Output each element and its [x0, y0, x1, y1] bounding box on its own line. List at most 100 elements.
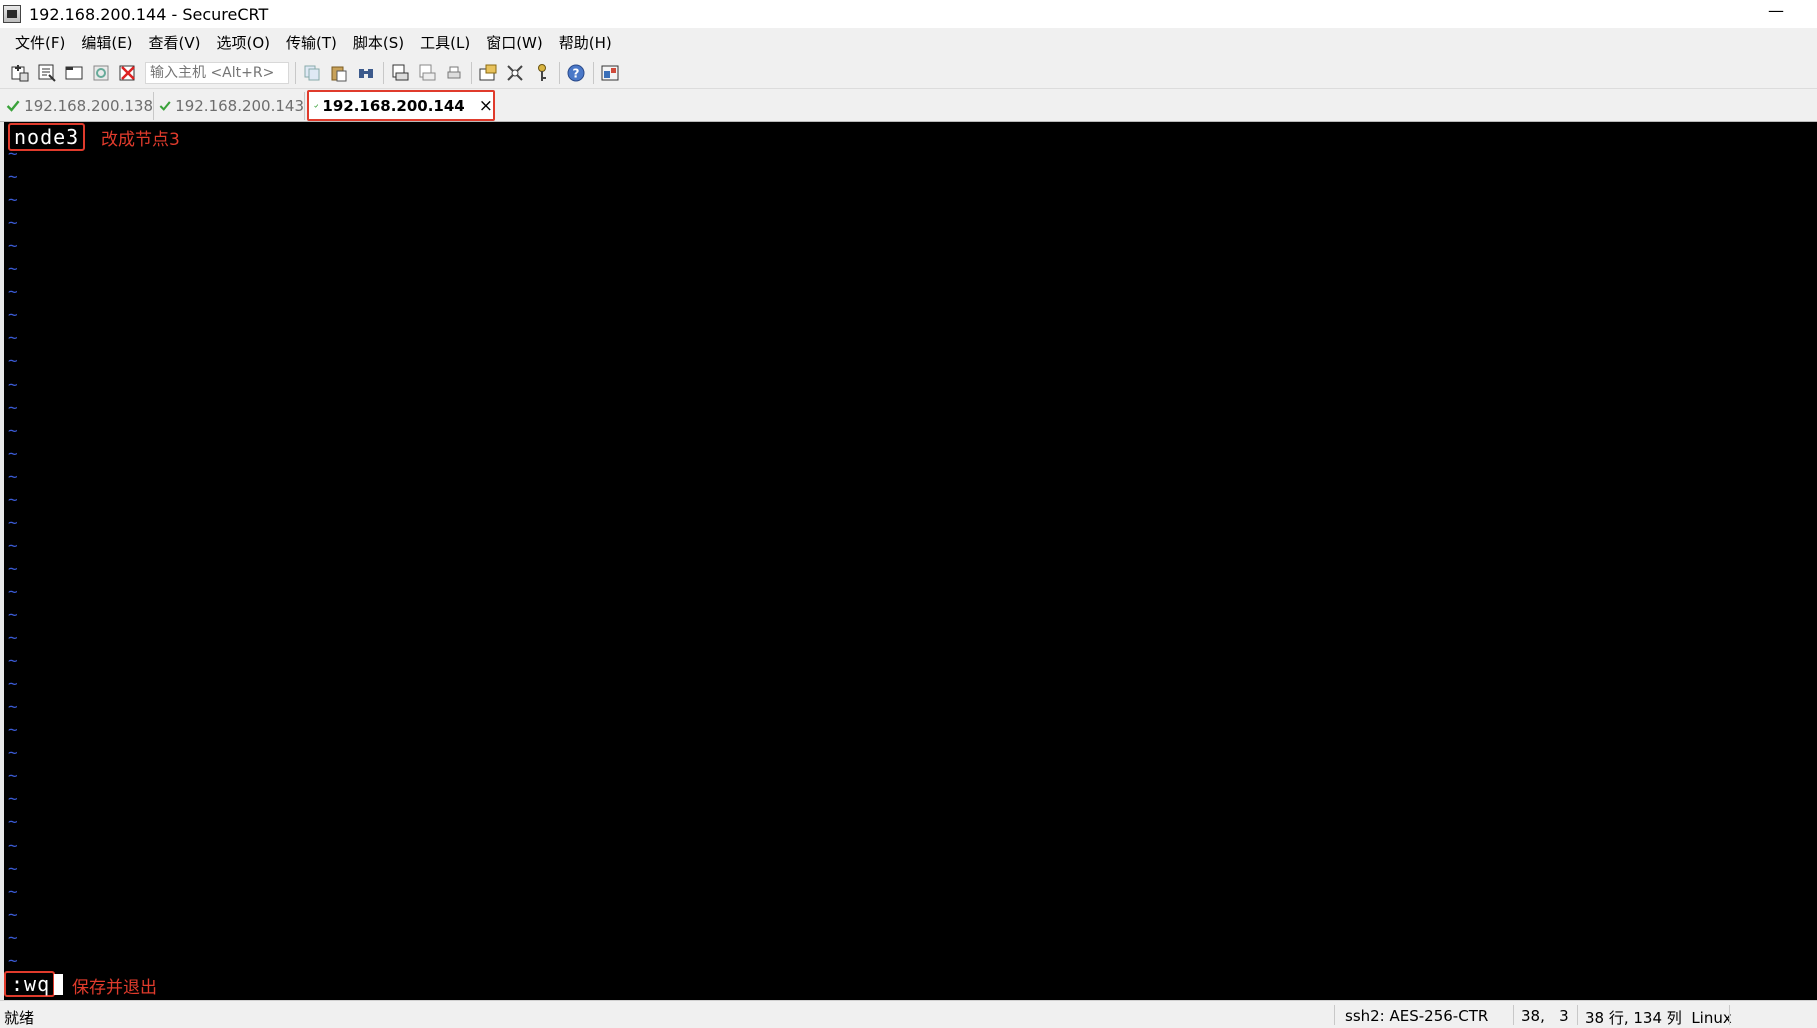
sftp-icon[interactable]	[599, 62, 621, 84]
empty-line-tilde: ~	[8, 513, 18, 532]
app-icon	[3, 5, 21, 23]
empty-line-tilde: ~	[8, 559, 18, 578]
toolbar-divider	[471, 62, 472, 84]
empty-line-tilde: ~	[8, 905, 18, 924]
session-tab-bar: 192.168.200.138 192.168.200.143 192.168.…	[0, 89, 1817, 122]
securecrt-window: 192.168.200.144 - SecureCRT — 文件(F) 编辑(E…	[0, 0, 1817, 1028]
empty-line-tilde: ~	[8, 190, 18, 209]
menu-view[interactable]: 查看(V)	[141, 29, 209, 57]
tab-session-143[interactable]: 192.168.200.143	[159, 92, 305, 120]
menu-options[interactable]: 选项(O)	[209, 29, 279, 57]
empty-line-tilde: ~	[8, 167, 18, 186]
printer-icon[interactable]	[443, 62, 465, 84]
vim-command: :wq	[11, 972, 51, 996]
empty-line-tilde: ~	[8, 213, 18, 232]
empty-line-tilde: ~	[8, 836, 18, 855]
quick-connect-icon[interactable]	[36, 62, 58, 84]
terminal-screen[interactable]: node3 改成节点3 ~ ~ ~ ~ ~ ~ ~ ~ ~ ~ ~ ~ ~ ~ ~ ~ ~ ~ ~ ~ ~ ~ ~ ~ ~ ~ ~ ~…	[4, 122, 1817, 1000]
empty-line-tilde: ~	[8, 582, 18, 601]
command-box: :wq	[4, 971, 56, 997]
toolbar-divider	[559, 62, 560, 84]
tab-label: 192.168.200.144	[322, 96, 465, 115]
empty-line-tilde: ~	[8, 651, 18, 670]
empty-line-tilde: ~	[8, 674, 18, 693]
status-divider	[1729, 1005, 1730, 1025]
empty-line-tilde: ~	[8, 951, 18, 970]
help-icon[interactable]: ?	[565, 62, 587, 84]
tab-session-144[interactable]: 192.168.200.144 ×	[307, 90, 495, 121]
menu-window[interactable]: 窗口(W)	[478, 29, 551, 57]
status-protocol: ssh2: AES-256-CTR	[1345, 1007, 1489, 1025]
toolbar: ?	[0, 58, 1817, 89]
empty-line-tilde: ~	[8, 351, 18, 370]
empty-line-tilde: ~	[8, 766, 18, 785]
menu-script[interactable]: 脚本(S)	[345, 29, 412, 57]
empty-line-tilde: ~	[8, 859, 18, 878]
menu-help[interactable]: 帮助(H)	[551, 29, 620, 57]
empty-line-tilde: ~	[8, 789, 18, 808]
toolbar-divider	[593, 62, 594, 84]
minimize-button[interactable]: —	[1765, 3, 1787, 22]
menu-bar: 文件(F) 编辑(E) 查看(V) 选项(O) 传输(T) 脚本(S) 工具(L…	[0, 28, 1817, 58]
empty-line-tilde: ~	[8, 467, 18, 486]
empty-line-tilde: ~	[8, 720, 18, 739]
title-bar: 192.168.200.144 - SecureCRT —	[0, 0, 1817, 28]
key-icon[interactable]	[531, 62, 553, 84]
status-divider	[1334, 1005, 1335, 1025]
tab-label: 192.168.200.138	[24, 97, 153, 115]
status-size: 38 行, 134 列 Linux	[1585, 1009, 1732, 1027]
empty-line-tilde: ~	[8, 928, 18, 947]
empty-line-tilde: ~	[8, 490, 18, 509]
empty-line-tilde: ~	[8, 282, 18, 301]
empty-line-tilde: ~	[8, 236, 18, 255]
connect-in-tab-icon[interactable]	[63, 62, 85, 84]
host-input[interactable]	[145, 62, 289, 84]
connected-check-icon	[314, 103, 319, 108]
connected-check-icon	[159, 101, 171, 111]
empty-line-tilde: ~	[8, 398, 18, 417]
status-cursor-position: 38, 3	[1521, 1007, 1569, 1025]
empty-line-tilde: ~	[8, 812, 18, 831]
empty-line-tilde: ~	[8, 144, 18, 163]
print-selection-icon[interactable]	[416, 62, 438, 84]
empty-line-tilde: ~	[8, 328, 18, 347]
toolbar-divider	[295, 62, 296, 84]
global-options-icon[interactable]	[504, 62, 526, 84]
menu-tools[interactable]: 工具(L)	[412, 29, 478, 57]
toolbar-divider	[383, 62, 384, 84]
command-annotation: 保存并退出	[72, 978, 157, 998]
empty-line-tilde: ~	[8, 259, 18, 278]
connect-icon[interactable]	[9, 62, 31, 84]
hostname-line: node3	[8, 123, 86, 151]
empty-line-tilde: ~	[8, 305, 18, 324]
connected-check-icon	[6, 100, 20, 112]
empty-line-tilde: ~	[8, 743, 18, 762]
svg-text:?: ?	[573, 67, 580, 81]
empty-line-tilde: ~	[8, 605, 18, 624]
tab-session-138[interactable]: 192.168.200.138	[6, 92, 154, 120]
status-state: 就绪	[4, 1009, 35, 1027]
menu-file[interactable]: 文件(F)	[7, 29, 73, 57]
session-options-icon[interactable]	[477, 62, 499, 84]
text-cursor	[54, 974, 63, 995]
hostname-annotation: 改成节点3	[101, 130, 180, 150]
reconnect-icon[interactable]	[90, 62, 112, 84]
status-divider	[1513, 1005, 1514, 1025]
menu-transfer[interactable]: 传输(T)	[278, 29, 345, 57]
empty-line-tilde: ~	[8, 444, 18, 463]
empty-line-tilde: ~	[8, 536, 18, 555]
paste-icon[interactable]	[328, 62, 350, 84]
find-icon[interactable]	[355, 62, 377, 84]
close-tab-icon[interactable]: ×	[479, 96, 493, 116]
disconnect-icon[interactable]	[117, 62, 139, 84]
empty-line-tilde: ~	[8, 375, 18, 394]
copy-icon[interactable]	[301, 62, 323, 84]
tab-label: 192.168.200.143	[175, 97, 304, 115]
empty-line-tilde: ~	[8, 628, 18, 647]
empty-line-tilde: ~	[8, 882, 18, 901]
empty-line-tilde: ~	[8, 697, 18, 716]
empty-line-tilde: ~	[8, 421, 18, 440]
menu-edit[interactable]: 编辑(E)	[73, 29, 140, 57]
print-icon[interactable]	[389, 62, 411, 84]
status-bar: 就绪 ssh2: AES-256-CTR 38, 3 38 行, 134 列 L…	[0, 1000, 1817, 1028]
